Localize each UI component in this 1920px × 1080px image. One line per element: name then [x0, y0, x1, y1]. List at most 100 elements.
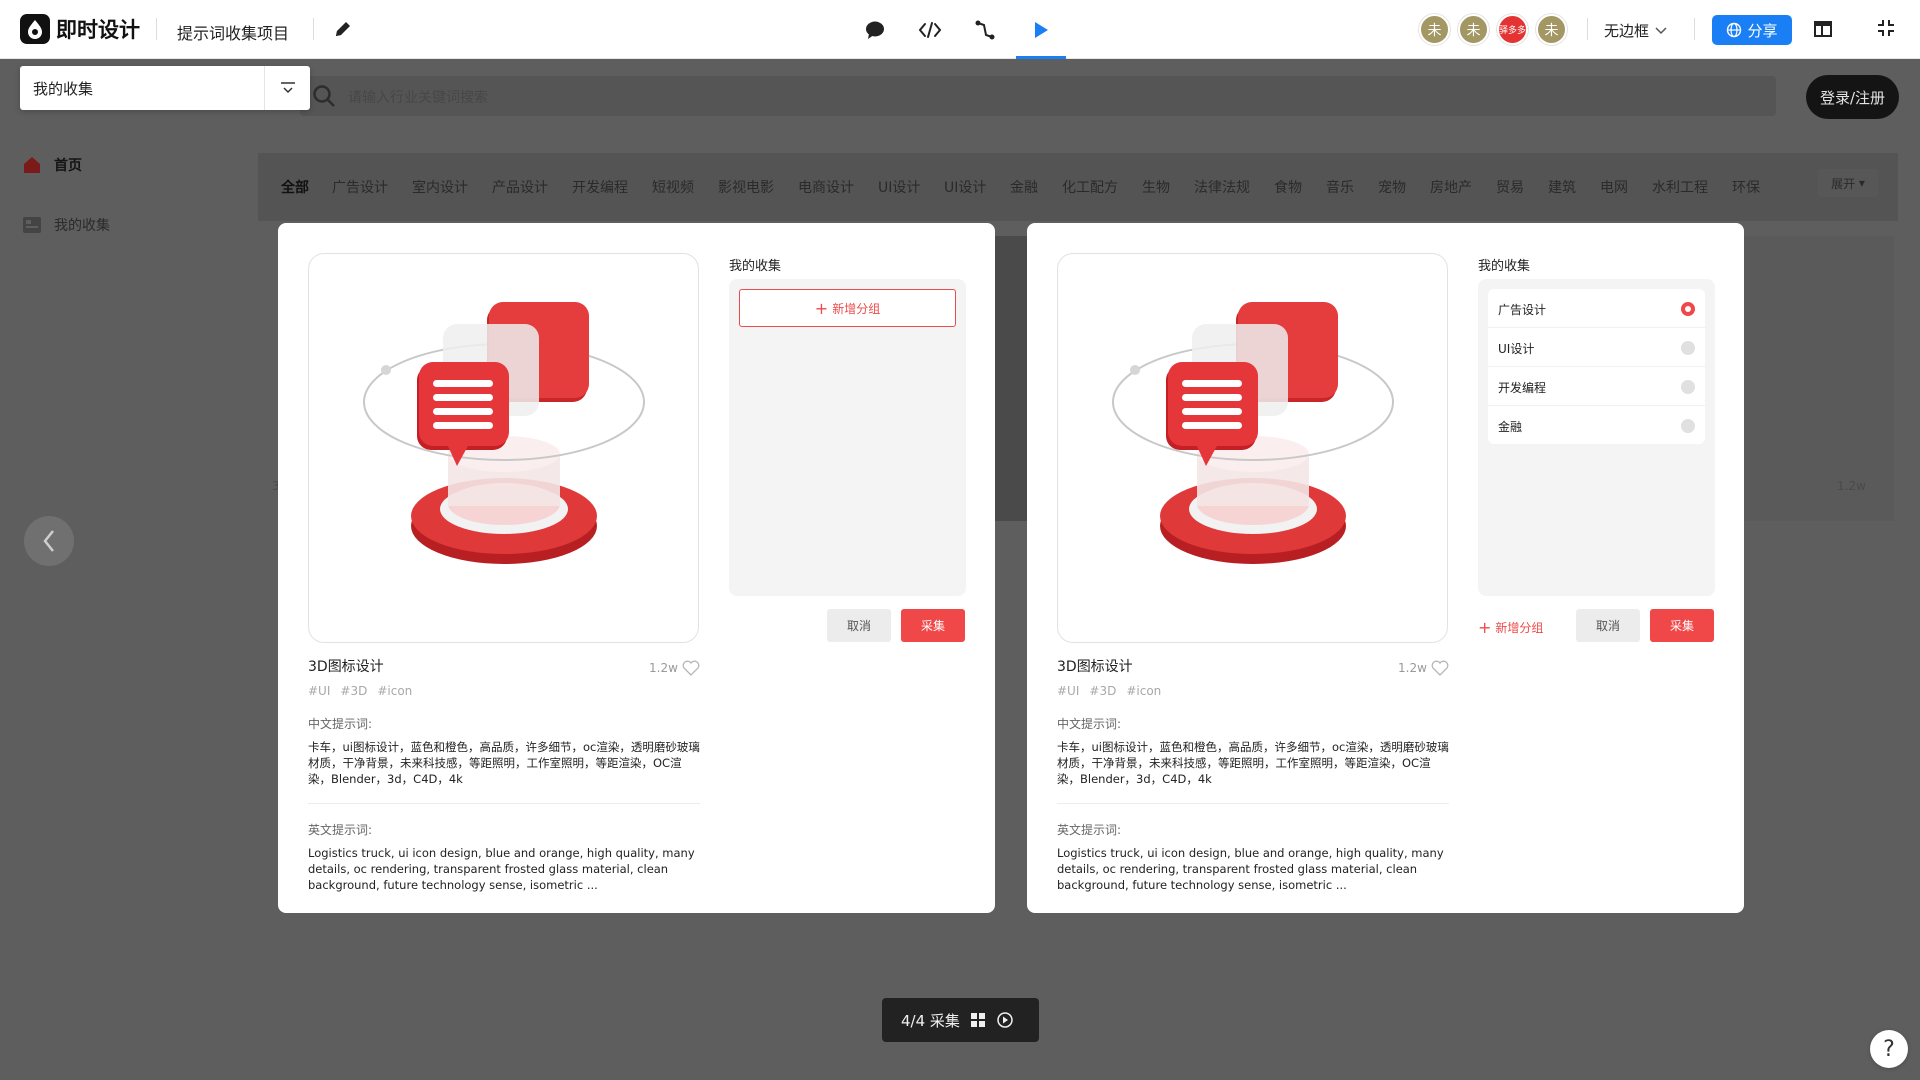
play-icon[interactable]: [1028, 17, 1054, 43]
divider: [156, 18, 157, 40]
project-title[interactable]: 提示词收集项目: [177, 20, 289, 44]
radio[interactable]: [1681, 380, 1695, 394]
category-tab[interactable]: 水利工程: [1652, 177, 1708, 197]
category-tab[interactable]: 环保: [1732, 177, 1760, 197]
sidebar-item-label: 我的收集: [54, 218, 110, 234]
previous-button[interactable]: [24, 516, 74, 566]
group-item-ad-design[interactable]: 广告设计: [1488, 289, 1705, 328]
expand-label: 展开: [1831, 176, 1856, 191]
divider: [313, 18, 314, 40]
search-icon: [312, 84, 336, 108]
category-tab[interactable]: 宠物: [1378, 177, 1406, 197]
sidebar-item-label: 首页: [54, 158, 82, 174]
category-tab[interactable]: UI设计: [878, 177, 920, 197]
category-tab[interactable]: 音乐: [1326, 177, 1354, 197]
pencil-icon[interactable]: [332, 18, 354, 40]
heart-icon[interactable]: [1431, 660, 1449, 676]
filter-chevron-icon[interactable]: [278, 78, 298, 98]
category-tab[interactable]: 化工配方: [1062, 177, 1118, 197]
new-group-label: 新增分组: [832, 301, 881, 316]
new-group-button[interactable]: + 新增分组: [1478, 618, 1543, 637]
sidebar-item-my-collection[interactable]: 我的收集: [22, 215, 110, 235]
3d-chat-icon-illustration: [1112, 302, 1394, 564]
collection-title: 我的收集: [729, 259, 782, 274]
en-prompt-label: 英文提示词:: [308, 823, 373, 837]
radio[interactable]: [1681, 419, 1695, 433]
group-list: 广告设计 UI设计 开发编程 金融: [1488, 289, 1705, 444]
group-item-finance[interactable]: 金融: [1488, 406, 1705, 445]
group-item-ui-design[interactable]: UI设计: [1488, 328, 1705, 367]
globe-icon: [1727, 22, 1742, 38]
share-button[interactable]: 分享: [1712, 15, 1792, 45]
page-counter: 4/4 采集: [901, 1011, 960, 1030]
en-prompt-text: Logistics truck, ui icon design, blue an…: [308, 846, 695, 892]
login-button[interactable]: 登录/注册: [1806, 75, 1899, 119]
category-tab[interactable]: 影视电影: [718, 177, 774, 197]
app-logo[interactable]: 即时设计: [20, 14, 140, 44]
chevron-down-icon: [1655, 26, 1667, 34]
cn-prompt-label: 中文提示词:: [308, 717, 373, 731]
collect-button[interactable]: 采集: [901, 609, 965, 642]
collection-title: 我的收集: [1478, 259, 1531, 274]
collapse-icon[interactable]: [1876, 18, 1900, 42]
tag[interactable]: #UI: [308, 684, 330, 698]
avatar[interactable]: 驿多多: [1497, 14, 1528, 45]
connector-icon[interactable]: [972, 17, 998, 43]
cancel-button[interactable]: 取消: [827, 609, 891, 642]
tag[interactable]: #icon: [1126, 684, 1161, 698]
group-item-dev[interactable]: 开发编程: [1488, 367, 1705, 406]
layout-icon[interactable]: [1812, 18, 1836, 42]
cn-prompt-text: 卡车，ui图标设计，蓝色和橙色，高品质，许多细节，oc渲染，透明磨砂玻璃材质，干…: [1057, 740, 1449, 786]
radio-selected[interactable]: [1681, 302, 1695, 316]
search-placeholder: 请输入行业关键词搜索: [348, 90, 488, 106]
category-tab[interactable]: 金融: [1010, 177, 1038, 197]
avatar[interactable]: 未: [1458, 14, 1489, 45]
active-mode-indicator: [1016, 56, 1066, 59]
category-tab[interactable]: 产品设计: [492, 177, 548, 197]
avatar[interactable]: 未: [1536, 14, 1567, 45]
collection-group-box: + 新增分组: [729, 279, 966, 596]
like-stat: 1.2w: [649, 660, 700, 676]
replay-icon[interactable]: [996, 1011, 1014, 1029]
sidebar-item-home[interactable]: 首页: [22, 155, 82, 175]
category-tab[interactable]: 室内设计: [412, 177, 468, 197]
help-button[interactable]: ?: [1870, 1030, 1908, 1068]
category-tab[interactable]: 短视频: [652, 177, 694, 197]
heart-icon[interactable]: [682, 660, 700, 676]
cancel-button[interactable]: 取消: [1576, 609, 1640, 642]
category-tab[interactable]: 贸易: [1496, 177, 1524, 197]
avatar[interactable]: 未: [1419, 14, 1450, 45]
share-label: 分享: [1747, 21, 1778, 40]
category-tab[interactable]: 开发编程: [572, 177, 628, 197]
category-tab[interactable]: 电商设计: [798, 177, 854, 197]
category-tab[interactable]: 房地产: [1430, 177, 1472, 197]
new-group-button[interactable]: + 新增分组: [739, 289, 956, 327]
expand-button[interactable]: 展开 ▾: [1818, 169, 1878, 197]
collect-button[interactable]: 采集: [1650, 609, 1714, 642]
en-prompt-label: 英文提示词:: [1057, 823, 1122, 837]
code-icon[interactable]: [917, 17, 943, 43]
frame-select[interactable]: 无边框: [1604, 20, 1667, 41]
divider: [1057, 803, 1449, 804]
comment-icon[interactable]: [862, 17, 888, 43]
tag[interactable]: #3D: [1089, 684, 1116, 698]
tag[interactable]: #UI: [1057, 684, 1079, 698]
category-tab[interactable]: 食物: [1274, 177, 1302, 197]
category-tab[interactable]: 广告设计: [332, 177, 388, 197]
category-tab[interactable]: 电网: [1600, 177, 1628, 197]
radio[interactable]: [1681, 341, 1695, 355]
collection-dropdown[interactable]: 我的收集: [20, 66, 310, 110]
group-label: 广告设计: [1498, 303, 1547, 317]
tag[interactable]: #3D: [340, 684, 367, 698]
category-tab[interactable]: 全部: [281, 177, 309, 197]
category-tab[interactable]: UI设计: [944, 177, 986, 197]
category-tab[interactable]: 法律法规: [1194, 177, 1250, 197]
bottom-toolbar: 4/4 采集: [882, 998, 1039, 1042]
search-bar[interactable]: [300, 76, 1776, 116]
category-tab[interactable]: 建筑: [1548, 177, 1576, 197]
tag-list: #UI #3D #icon: [1057, 684, 1161, 698]
tag[interactable]: #icon: [377, 684, 412, 698]
app-name: 即时设计: [56, 18, 140, 42]
category-tab[interactable]: 生物: [1142, 177, 1170, 197]
grid-icon[interactable]: [970, 1012, 986, 1028]
